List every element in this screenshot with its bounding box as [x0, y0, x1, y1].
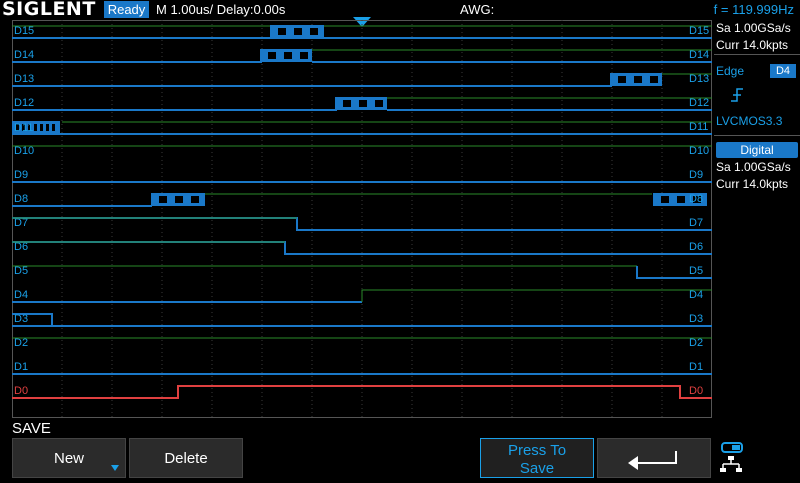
channel-label-right-d5: D5	[689, 265, 704, 277]
acq-memory: Curr 14.0kpts	[714, 37, 800, 55]
trigger-source: D4	[770, 64, 796, 78]
channel-label-right-d13: D13	[689, 73, 710, 85]
digital-sample-rate: Sa 1.00GSa/s	[716, 160, 791, 174]
channel-label-right-d4: D4	[689, 289, 704, 301]
channel-label-d9[interactable]: D9	[14, 170, 28, 181]
panel-divider	[714, 135, 800, 136]
channel-label-d15[interactable]: D15	[14, 26, 34, 37]
channel-label-d11-overlay[interactable]: D11	[14, 122, 33, 134]
digital-header[interactable]: Digital	[716, 142, 798, 158]
channel-label-d3[interactable]: D3	[14, 314, 28, 325]
new-button[interactable]: New	[12, 438, 126, 478]
back-button[interactable]	[597, 438, 711, 478]
acq-sample-rate: Sa 1.00GSa/s	[716, 21, 791, 35]
channel-label-right-d11: D11	[689, 121, 709, 133]
network-status[interactable]	[716, 440, 798, 478]
menu-title: SAVE	[12, 420, 51, 437]
channel-label-d8[interactable]: D8	[14, 194, 28, 205]
channel-label-d0[interactable]: D0	[14, 386, 28, 397]
waveform-display	[12, 20, 712, 418]
channel-label-d2[interactable]: D2	[14, 338, 28, 349]
trigger-type: Edge	[716, 64, 745, 78]
trace-d12	[12, 97, 712, 111]
channel-label-right-d14: D14	[689, 49, 710, 61]
press-to-save-button[interactable]: Press To Save	[480, 438, 594, 478]
digital-panel[interactable]: Sa 1.00GSa/s Curr 14.0kpts	[714, 159, 800, 193]
acquisition-panel[interactable]: Sa 1.00GSa/s Curr 14.0kpts	[714, 20, 800, 55]
channel-label-d10[interactable]: D10	[14, 146, 34, 157]
channel-label-right-d15: D15	[689, 25, 710, 37]
channel-label-right-d10: D10	[689, 145, 710, 157]
press-to-save-line1: Press To	[507, 442, 567, 459]
awg-readout[interactable]: AWG:	[460, 2, 494, 17]
channel-label-right-d2: D2	[689, 337, 704, 349]
trace-d8	[12, 193, 707, 207]
channel-label-right-d7: D7	[689, 217, 704, 229]
frequency-readout: f = 119.999Hz	[713, 2, 794, 17]
channel-label-right-d3: D3	[689, 313, 704, 325]
channel-label-right-d8: D8	[689, 193, 704, 205]
return-arrow-icon	[628, 451, 677, 470]
channel-label-d1[interactable]: D1	[14, 362, 28, 373]
timebase-readout[interactable]: M 1.00us/ Delay:0.00s	[156, 2, 285, 17]
channel-label-d5[interactable]: D5	[14, 266, 28, 277]
chevron-down-icon	[111, 465, 119, 471]
channel-label-d4[interactable]: D4	[14, 290, 28, 301]
top-status-bar: SIGLENT Ready M 1.00us/ Delay:0.00s AWG:…	[0, 0, 800, 20]
channel-label-d6[interactable]: D6	[14, 242, 28, 253]
channel-label-right-d0: D0	[689, 385, 704, 397]
channel-label-right-d6: D6	[689, 241, 704, 253]
channel-label-d7[interactable]: D7	[14, 218, 28, 229]
run-state-badge[interactable]: Ready	[104, 1, 149, 18]
channel-label-d13[interactable]: D13	[14, 74, 34, 85]
new-button-label: New	[53, 450, 84, 467]
brand-logo: SIGLENT	[2, 0, 96, 20]
press-to-save-line2: Save	[519, 460, 555, 477]
network-icon	[720, 442, 743, 472]
rising-edge-icon	[731, 88, 743, 102]
delete-button[interactable]: Delete	[129, 438, 243, 478]
trace-d4	[12, 289, 712, 303]
digital-memory: Curr 14.0kpts	[716, 177, 789, 191]
delete-button-label: Delete	[164, 450, 208, 467]
trigger-level: LVCMOS3.3	[716, 114, 783, 128]
channel-label-d12[interactable]: D12	[14, 98, 34, 109]
channel-label-right-d9: D9	[689, 169, 704, 181]
trigger-panel[interactable]: Edge D4	[714, 61, 800, 81]
channel-label-right-d1: D1	[689, 361, 704, 373]
waveform-grid[interactable]	[12, 20, 712, 418]
channel-label-right-d12: D12	[689, 97, 710, 109]
channel-label-d14[interactable]: D14	[14, 50, 34, 61]
